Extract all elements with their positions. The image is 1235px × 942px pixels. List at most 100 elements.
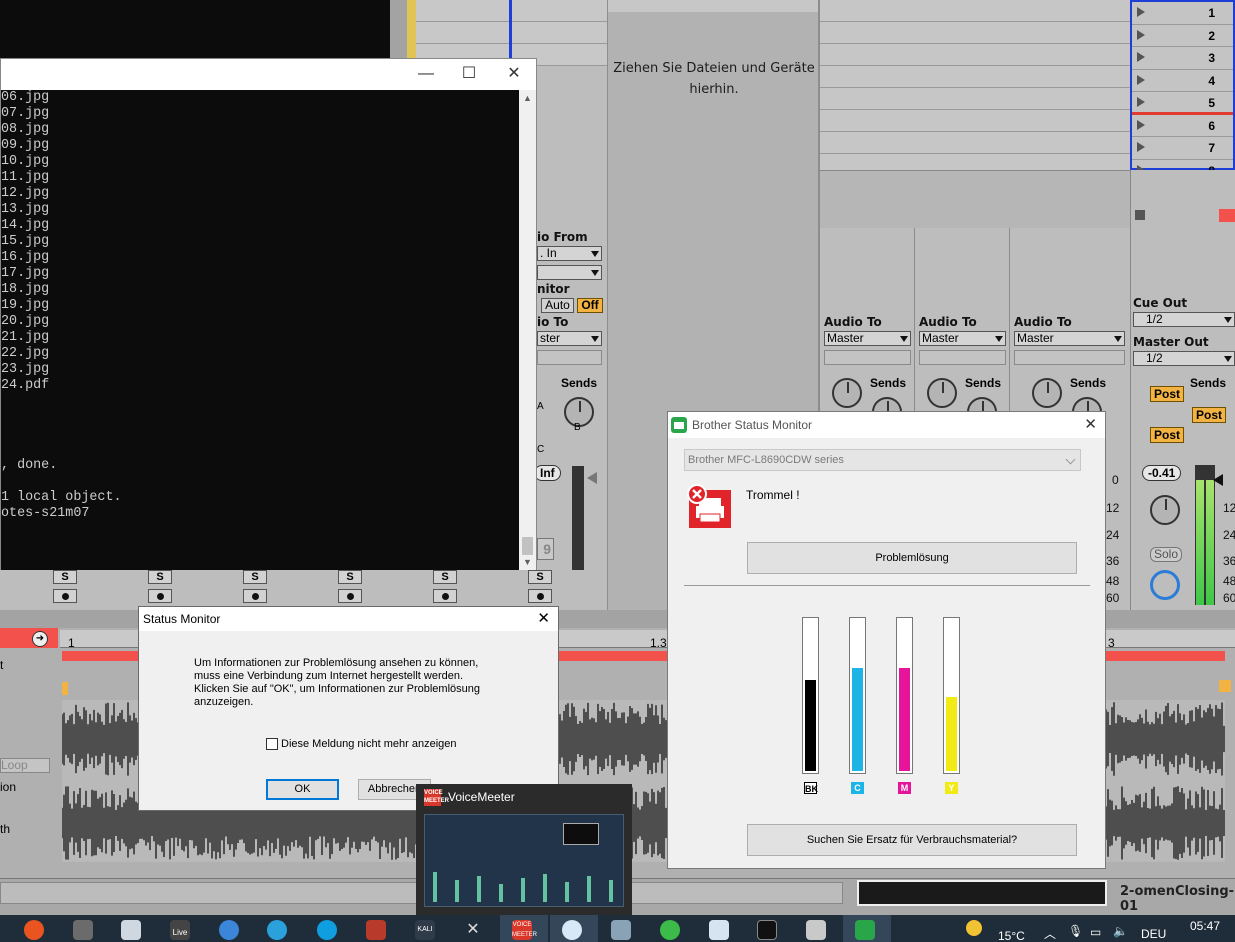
clip-overview[interactable]	[857, 880, 1107, 906]
scene-row[interactable]: 1	[1132, 2, 1233, 25]
scene-row[interactable]: 2	[1132, 25, 1233, 47]
network-icon[interactable]: ▭	[1090, 925, 1101, 939]
x-app-icon[interactable]: ✕	[463, 920, 483, 940]
audio-from-select[interactable]: . In	[537, 246, 602, 261]
arm-button[interactable]	[433, 589, 457, 603]
arm-button[interactable]	[338, 589, 362, 603]
wechat-icon[interactable]	[660, 920, 680, 940]
scroll-up-icon[interactable]: ▲	[523, 93, 532, 103]
cloud-app-icon[interactable]	[562, 920, 582, 940]
terminal-icon[interactable]	[757, 920, 777, 940]
volume-icon[interactable]: 🔈	[1113, 924, 1128, 938]
weather-icon[interactable]	[966, 920, 982, 936]
skype-icon[interactable]	[317, 920, 337, 940]
console-output[interactable]: 06.jpg 07.jpg 08.jpg 09.jpg 10.jpg 11.jpg 12.j…	[1, 90, 521, 570]
dialog-titlebar[interactable]: Status Monitor ✕	[139, 607, 558, 631]
scene-row[interactable]: 7	[1132, 137, 1233, 160]
clip-arrow-icon[interactable]: ➜	[32, 631, 48, 647]
clip-slot[interactable]	[512, 0, 607, 22]
close-icon[interactable]: ✕	[537, 607, 550, 631]
ubuntu-icon[interactable]	[24, 920, 44, 940]
end-marker[interactable]	[1219, 680, 1231, 692]
voicemeeter-taskbar-icon[interactable]: VOICE MEETER	[512, 920, 537, 940]
stop-all-clips-icon[interactable]	[1135, 210, 1145, 220]
arm-button[interactable]	[243, 589, 267, 603]
clip-slot[interactable]	[512, 22, 607, 44]
telegram-icon[interactable]	[267, 920, 287, 940]
app-icon[interactable]	[709, 920, 729, 940]
solo-button[interactable]: S	[53, 570, 77, 584]
start-marker[interactable]	[62, 682, 68, 695]
solo-button[interactable]: S	[243, 570, 267, 584]
loop-button[interactable]: Loop	[0, 758, 50, 773]
weather-temperature[interactable]: 15°C	[998, 929, 1025, 942]
master-volume-display[interactable]: -0.41	[1142, 465, 1182, 481]
cue-volume-knob[interactable]	[1150, 570, 1180, 600]
clip-slot[interactable]	[416, 0, 510, 22]
cue-out-select[interactable]: 1/2	[1133, 312, 1235, 327]
solo-button[interactable]: Solo	[1150, 547, 1182, 562]
audio-to-channel[interactable]	[1014, 350, 1125, 365]
chevron-up-icon[interactable]: ︿	[1044, 925, 1056, 942]
audio-to-select[interactable]: Master	[1014, 331, 1125, 346]
input-channel-select[interactable]	[537, 265, 602, 280]
dont-show-again-checkbox[interactable]: Diese Meldung nicht mehr anzeigen	[266, 738, 457, 750]
arm-button[interactable]	[528, 589, 552, 603]
audio-to-channel[interactable]	[537, 350, 602, 365]
app-icon[interactable]	[219, 920, 239, 940]
master-pan-knob[interactable]	[1150, 495, 1180, 525]
solo-button[interactable]: S	[433, 570, 457, 584]
scroll-thumb[interactable]	[522, 537, 533, 555]
post-button[interactable]: Post	[1192, 407, 1227, 423]
close-icon[interactable]: ✕	[491, 59, 537, 90]
close-icon[interactable]: ✕	[1084, 412, 1097, 438]
audio-to-select[interactable]: ster	[537, 331, 602, 346]
find-supplies-button[interactable]: Suchen Sie Ersatz für Verbrauchsmaterial…	[747, 824, 1077, 856]
post-button[interactable]: Post	[1150, 386, 1185, 402]
arm-button[interactable]	[148, 589, 172, 603]
clock-time[interactable]: 05:47	[1190, 919, 1220, 933]
minimize-icon[interactable]: —	[403, 59, 449, 90]
brother-titlebar[interactable]: Brother Status Monitor ✕	[668, 412, 1105, 438]
tool-icon[interactable]	[73, 920, 93, 940]
send-knob[interactable]	[832, 378, 862, 408]
scroll-down-icon[interactable]: ▼	[523, 557, 532, 567]
microphone-icon[interactable]: 🎙	[1068, 924, 1083, 938]
master-out-select[interactable]: 1/2	[1133, 351, 1235, 366]
audio-to-channel[interactable]	[824, 350, 911, 365]
send-knob[interactable]	[1032, 378, 1062, 408]
post-button[interactable]: Post	[1150, 427, 1185, 443]
solo-button[interactable]: S	[338, 570, 362, 584]
inkscape-icon[interactable]	[121, 920, 141, 940]
voicemeeter-taskbar-preview[interactable]: VOICE MEETER VoiceMeeter	[416, 784, 632, 915]
monitor-auto-button[interactable]: Auto	[541, 298, 574, 313]
arm-button[interactable]	[53, 589, 77, 603]
audio-to-channel[interactable]	[919, 350, 1006, 365]
app-icon[interactable]	[806, 920, 826, 940]
scene-row[interactable]: 5	[1132, 92, 1233, 115]
send-knob[interactable]	[927, 378, 957, 408]
ok-button[interactable]: OK	[266, 779, 339, 800]
solo-button[interactable]: S	[148, 570, 172, 584]
maximize-icon[interactable]: ☐	[446, 59, 492, 90]
monitor-off-button[interactable]: Off	[577, 298, 603, 313]
scene-row[interactable]: 3	[1132, 47, 1233, 70]
language-indicator[interactable]: DEU	[1141, 927, 1166, 941]
track-volume-display[interactable]: Inf	[534, 465, 561, 481]
audio-to-select[interactable]: Master	[919, 331, 1006, 346]
app-icon[interactable]	[611, 920, 631, 940]
console-scrollbar[interactable]: ▲ ▼	[519, 90, 536, 570]
scene-launch-icon[interactable]	[1219, 209, 1235, 222]
checkbox-box[interactable]	[266, 738, 278, 750]
app-icon[interactable]	[366, 920, 386, 940]
solo-button[interactable]: S	[528, 570, 552, 584]
brother-taskbar-icon[interactable]	[855, 920, 875, 940]
device-select[interactable]: Brother MFC-L8690CDW series	[684, 449, 1081, 471]
troubleshoot-button[interactable]: Problemlösung	[747, 542, 1077, 574]
kali-icon[interactable]: KALI	[415, 920, 435, 940]
clip-slot[interactable]	[416, 22, 510, 44]
ableton-live-icon[interactable]: Live	[170, 920, 190, 940]
audio-to-select[interactable]: Master	[824, 331, 911, 346]
scene-row[interactable]: 6	[1132, 115, 1233, 137]
console-titlebar[interactable]: — ☐ ✕	[1, 59, 536, 90]
